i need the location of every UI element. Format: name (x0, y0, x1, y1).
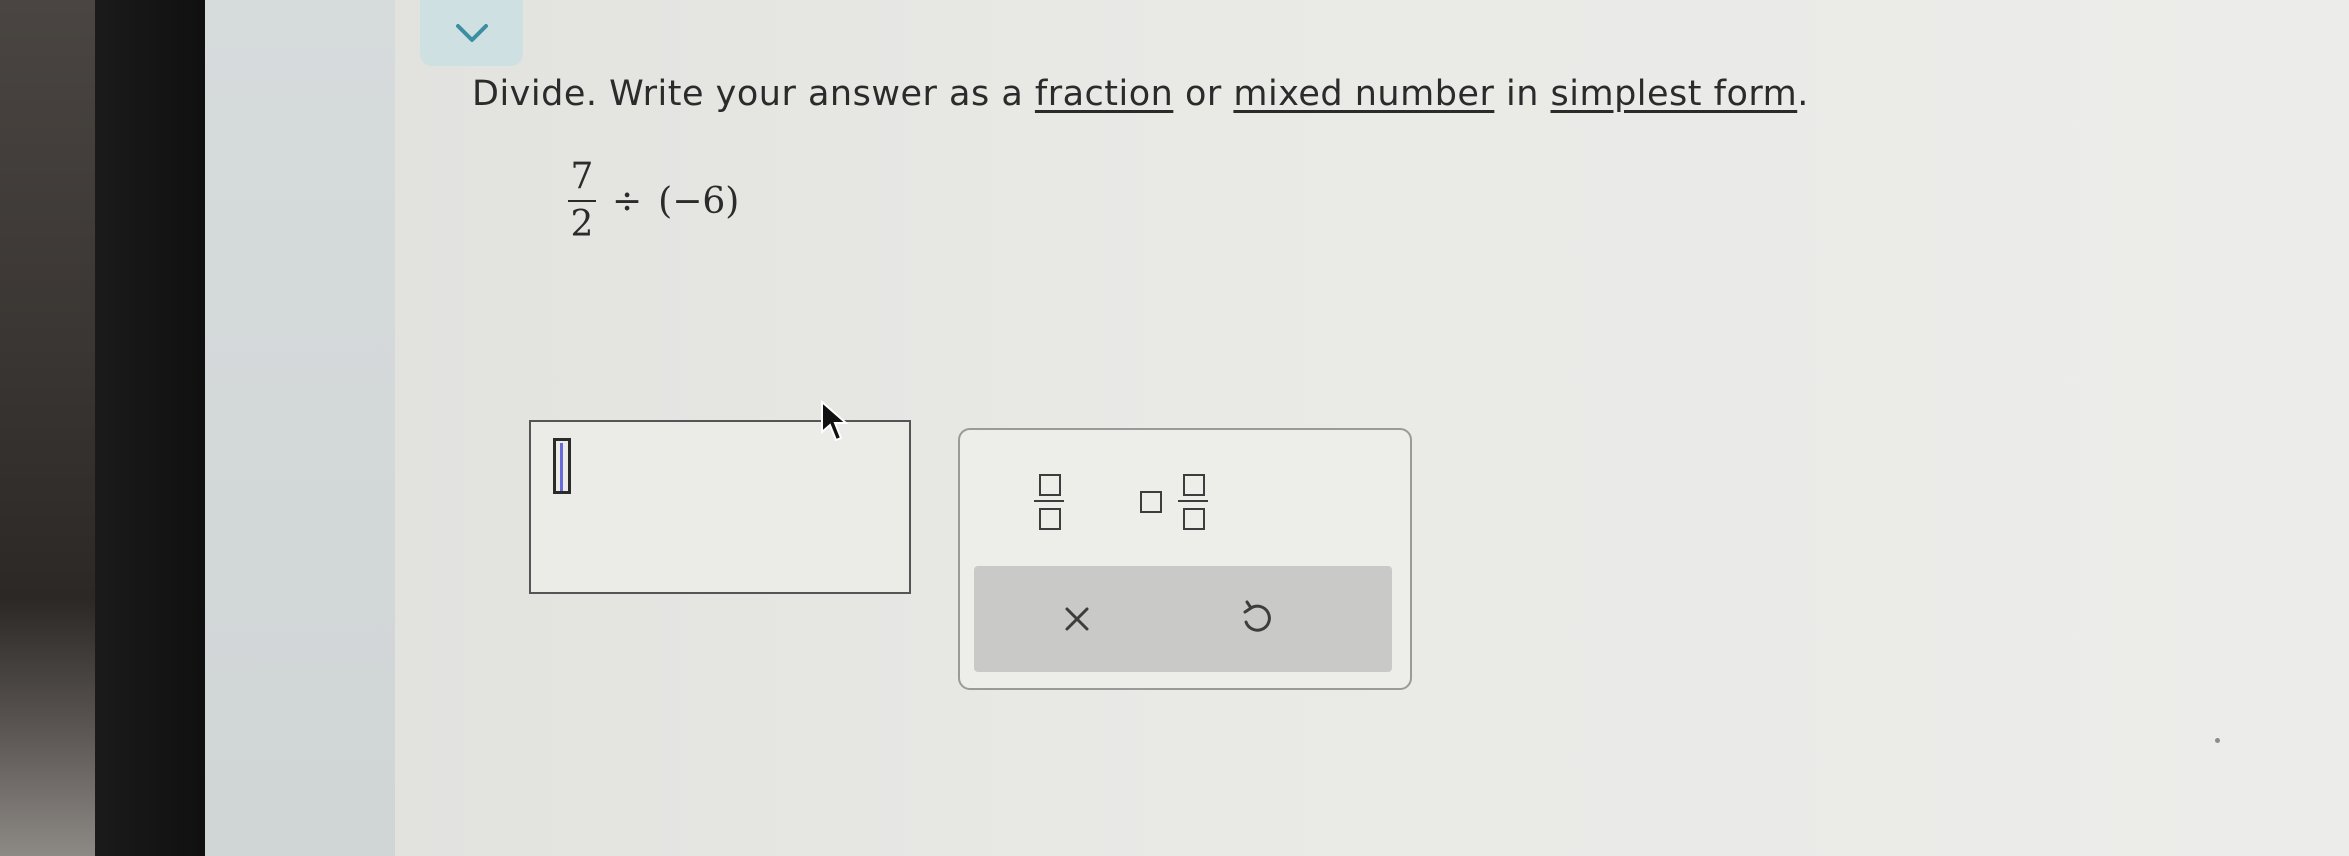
numerator-box-icon (1039, 474, 1061, 496)
denominator: 2 (570, 204, 594, 245)
prompt-end: . (1797, 74, 1809, 114)
screen-side-margin (205, 0, 395, 856)
fraction-bar (568, 200, 596, 202)
fraction: 7 2 (568, 158, 596, 244)
operand: (−6) (658, 180, 740, 222)
division-operator: ÷ (612, 180, 643, 222)
chevron-down-icon (455, 24, 488, 42)
keypad-action-bar (974, 566, 1392, 672)
mixed-number-link[interactable]: mixed number (1233, 74, 1494, 114)
numerator-box-icon (1183, 474, 1205, 496)
answer-input[interactable] (529, 420, 911, 594)
denominator-box-icon (1183, 508, 1205, 530)
math-expression: 7 2 ÷ (−6) (568, 158, 739, 244)
fraction-bar-icon (1034, 500, 1064, 502)
prompt-mid-2: in (1494, 74, 1551, 114)
mixed-number-key[interactable] (1140, 460, 1224, 540)
prompt-mid-1: or (1173, 74, 1234, 114)
background-edge (0, 0, 95, 856)
simplest-form-link[interactable]: simplest form (1551, 74, 1798, 114)
text-cursor (553, 438, 571, 494)
prompt-lead: Divide. Write your answer as a (472, 74, 1035, 114)
undo-button[interactable] (1224, 586, 1290, 652)
question-prompt: Divide. Write your answer as a fraction … (472, 74, 1809, 114)
fraction-key[interactable] (1022, 460, 1074, 540)
whole-box-icon (1140, 491, 1162, 513)
clear-button[interactable] (1044, 586, 1110, 652)
fraction-link[interactable]: fraction (1035, 74, 1173, 114)
math-keypad (958, 428, 1412, 690)
numerator: 7 (570, 156, 594, 197)
screen-speck (2215, 738, 2220, 743)
close-icon (1065, 607, 1089, 631)
undo-icon (1243, 600, 1271, 632)
collapse-toggle-button[interactable] (420, 0, 523, 66)
mouse-pointer-icon (821, 400, 849, 442)
denominator-box-icon (1039, 508, 1061, 530)
fraction-bar-icon (1178, 500, 1208, 502)
